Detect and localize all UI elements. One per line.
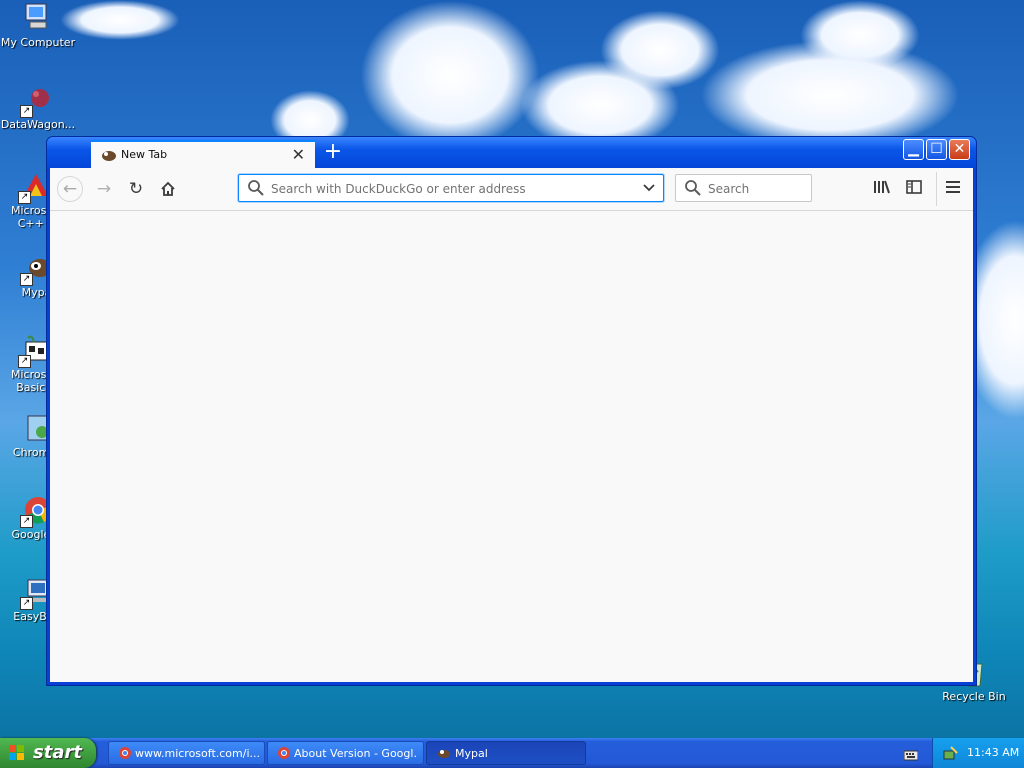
network-icon[interactable] [943, 745, 959, 765]
cloud [360, 0, 540, 150]
keyboard-icon[interactable] [903, 746, 919, 761]
desktop-icon-label: DataWagon... [0, 118, 76, 131]
toolbar-divider [936, 172, 937, 206]
shortcut-arrow-icon: ↗ [20, 105, 33, 118]
home-button[interactable] [155, 176, 181, 202]
chrome-icon [277, 746, 291, 760]
search-bar[interactable] [675, 174, 812, 202]
taskbar-item-about-version[interactable]: About Version - Googl... [267, 741, 424, 765]
cloud [800, 0, 920, 70]
cloud [600, 10, 720, 90]
minimize-button[interactable]: ▁ [903, 139, 924, 160]
tab-title: New Tab [121, 148, 168, 161]
hamburger-menu-icon[interactable] [944, 178, 962, 200]
chevron-down-icon[interactable] [641, 179, 657, 199]
sidebar-icon[interactable] [905, 178, 923, 200]
computer-icon [22, 2, 54, 34]
tab-new-tab[interactable]: New Tab ✕ [91, 140, 315, 168]
forward-arrow-icon: → [96, 179, 112, 199]
reload-icon: ↻ [128, 179, 144, 199]
windows-logo-icon [9, 745, 25, 761]
shortcut-arrow-icon: ↗ [18, 191, 31, 204]
reload-button[interactable]: ↻ [123, 176, 149, 202]
nav-toolbar: ← → ↻ [50, 168, 973, 211]
desktop-icon-my-computer[interactable]: My Computer [0, 2, 76, 49]
shortcut-arrow-icon: ↗ [18, 355, 31, 368]
library-icon[interactable] [872, 178, 890, 200]
clock[interactable]: 11:43 AM [967, 746, 1019, 759]
search-input[interactable] [706, 177, 810, 201]
taskbar: start www.microsoft.com/i... About Versi… [0, 738, 1024, 768]
start-button[interactable]: start [0, 738, 96, 768]
back-arrow-icon: ← [62, 179, 78, 199]
taskbar-item-label: About Version - Googl... [294, 747, 418, 760]
taskbar-item-mypal[interactable]: Mypal [426, 741, 586, 765]
new-tab-button[interactable]: + [321, 139, 345, 165]
url-input[interactable] [269, 177, 633, 201]
maximize-icon: ☐ [930, 141, 943, 157]
cloud [60, 0, 180, 40]
mypal-favicon-icon [100, 147, 116, 161]
minimize-icon: ▁ [908, 141, 919, 157]
search-icon [684, 179, 702, 201]
desktop-icon-label: My Computer [0, 36, 76, 49]
shortcut-arrow-icon: ↗ [20, 273, 33, 286]
mypal-icon [436, 746, 450, 760]
page-content-area[interactable] [50, 211, 973, 682]
close-tab-icon[interactable]: ✕ [292, 145, 305, 164]
desktop-icon-label: Recycle Bin [942, 690, 1006, 703]
datawagon-icon: ↗ [20, 84, 54, 118]
chrome-icon [118, 746, 132, 760]
maximize-button[interactable]: ☐ [926, 139, 947, 160]
title-bar[interactable]: New Tab ✕ + ▁ ☐ ✕ [47, 137, 976, 168]
taskbar-item-label: Mypal [455, 747, 488, 760]
shortcut-arrow-icon: ↗ [20, 515, 33, 528]
search-icon [247, 179, 265, 201]
taskbar-item-label: www.microsoft.com/i... [135, 747, 259, 760]
url-bar[interactable] [238, 174, 664, 202]
back-button[interactable]: ← [57, 176, 83, 202]
taskbar-item-microsoft[interactable]: www.microsoft.com/i... [108, 741, 265, 765]
home-icon [160, 181, 176, 202]
shortcut-arrow-icon: ↗ [20, 597, 33, 610]
start-label: start [33, 742, 82, 763]
forward-button[interactable]: → [91, 176, 117, 202]
browser-window: New Tab ✕ + ▁ ☐ ✕ ← → ↻ [47, 137, 976, 685]
close-icon: ✕ [953, 141, 966, 157]
close-window-button[interactable]: ✕ [949, 139, 970, 160]
desktop-icon-datawagon[interactable]: ↗ DataWagon... [0, 84, 76, 131]
system-tray: 11:43 AM [932, 738, 1024, 768]
